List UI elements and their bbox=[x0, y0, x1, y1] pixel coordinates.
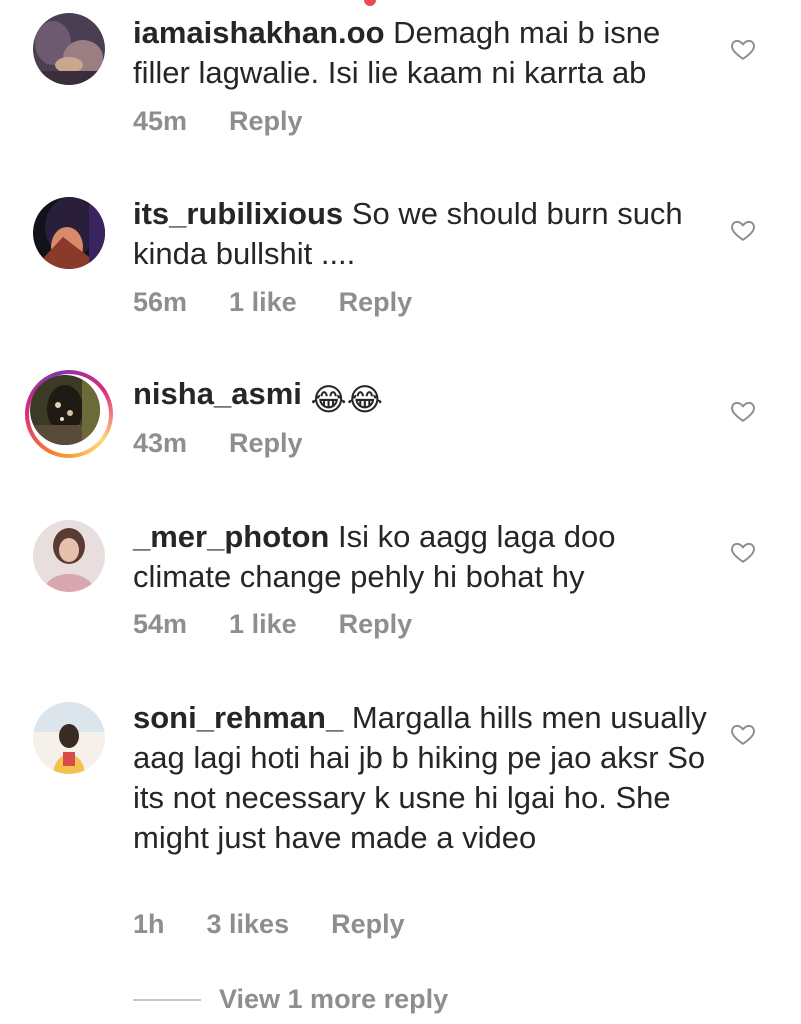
comment-meta: 1h 3 likes Reply bbox=[133, 909, 447, 940]
avatar-photo bbox=[30, 375, 100, 445]
avatar-photo bbox=[33, 13, 105, 85]
comment-body: 😂😂 bbox=[310, 382, 383, 417]
comment-time: 1h bbox=[133, 909, 165, 939]
comment-time: 56m bbox=[133, 287, 188, 317]
comment-text-block: soni_rehman_ Margalla hills men usually … bbox=[133, 698, 713, 858]
comment-text-block: iamaishakhan.oo Demagh mai b isne filler… bbox=[133, 13, 713, 93]
notification-dot bbox=[364, 0, 376, 6]
avatar[interactable] bbox=[33, 197, 105, 269]
heart-outline-icon[interactable] bbox=[730, 721, 756, 747]
reply-button[interactable]: Reply bbox=[331, 909, 405, 940]
comment-time: 54m bbox=[133, 609, 188, 639]
comment-likes[interactable]: 1 like bbox=[229, 609, 297, 640]
heart-outline-icon[interactable] bbox=[730, 398, 756, 424]
avatar[interactable] bbox=[33, 13, 105, 85]
comment-text-block: nisha_asmi 😂😂 bbox=[133, 374, 713, 420]
comment-text-block: its_rubilixious So we should burn such k… bbox=[133, 194, 713, 274]
view-more-replies-button[interactable]: View 1 more reply bbox=[133, 984, 448, 1015]
heart-outline-icon[interactable] bbox=[730, 36, 756, 62]
comment-likes[interactable]: 1 like bbox=[229, 287, 297, 318]
comment-meta: 56m 1 like Reply bbox=[133, 287, 454, 318]
comment-likes[interactable]: 3 likes bbox=[207, 909, 290, 940]
avatar-story-ring[interactable] bbox=[25, 370, 113, 458]
comment-text-block: _mer_photon Isi ko aagg laga doo climate… bbox=[133, 517, 713, 597]
reply-button[interactable]: Reply bbox=[229, 106, 303, 137]
reply-button[interactable]: Reply bbox=[339, 609, 413, 640]
comment-time: 45m bbox=[133, 106, 188, 136]
comment-time: 43m bbox=[133, 428, 188, 458]
avatar-photo bbox=[33, 197, 105, 269]
reply-button[interactable]: Reply bbox=[229, 428, 303, 459]
comment-username[interactable]: iamaishakhan.oo bbox=[133, 15, 385, 50]
heart-outline-icon[interactable] bbox=[730, 217, 756, 243]
avatar[interactable] bbox=[33, 520, 105, 592]
comment-username[interactable]: _mer_photon bbox=[133, 519, 329, 554]
comment-username[interactable]: soni_rehman_ bbox=[133, 700, 343, 735]
comment-username[interactable]: nisha_asmi bbox=[133, 376, 302, 411]
avatar[interactable] bbox=[33, 702, 105, 774]
reply-button[interactable]: Reply bbox=[339, 287, 413, 318]
view-more-replies-label: View 1 more reply bbox=[219, 984, 449, 1014]
heart-outline-icon[interactable] bbox=[730, 539, 756, 565]
avatar-photo bbox=[33, 702, 105, 774]
divider-line bbox=[133, 998, 201, 1001]
comment-meta: 45m Reply bbox=[133, 106, 345, 137]
avatar-photo bbox=[33, 520, 105, 592]
comment-username[interactable]: its_rubilixious bbox=[133, 196, 343, 231]
comment-meta: 43m Reply bbox=[133, 428, 345, 459]
comment-meta: 54m 1 like Reply bbox=[133, 609, 454, 640]
